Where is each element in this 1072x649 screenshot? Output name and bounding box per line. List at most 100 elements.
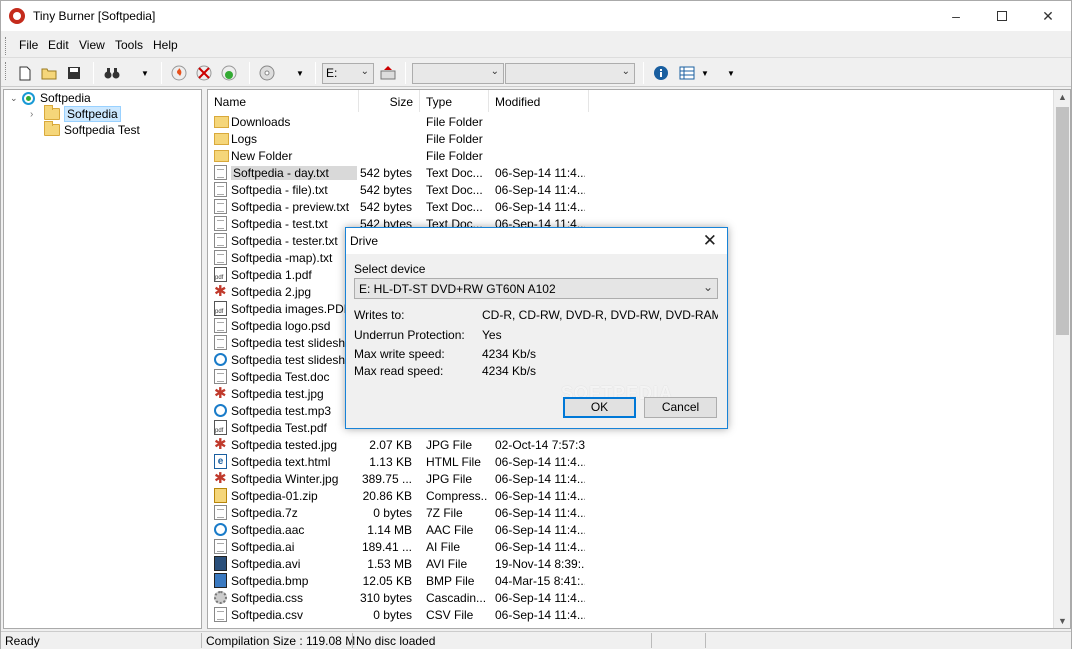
save-icon[interactable] [64,63,84,83]
table-row[interactable]: Softpedia.aac 1.14 MB AAC File 06-Sep-14 11… [208,522,1058,539]
scroll-down-icon[interactable]: ▼ [1058,616,1067,626]
table-row[interactable]: Softpedia - preview.txt 542 bytes Text Doc… [208,199,1058,216]
table-row[interactable]: Softpedia.avi 1.53 MB AVI File 19-Nov-14 8:… [208,556,1058,573]
drive-combo[interactable]: E: ⌄ [322,63,374,84]
dialog-title-bar: Drive ✕ [346,228,727,254]
column-header-size[interactable]: Size [359,90,420,112]
scroll-up-icon[interactable]: ▲ [1058,92,1067,102]
folder-icon [214,133,229,145]
tree-item-softpedia[interactable]: › Softpedia [30,105,121,122]
cell-name: Softpedia 1.pdf [231,268,312,282]
tree-item-softpedia-test[interactable]: Softpedia Test [44,121,140,138]
table-row[interactable]: Softpedia.css 310 bytes Cascadin... 06-Sep-… [208,590,1058,607]
cell-modified: 04-Mar-15 8:41:... [495,574,585,588]
table-row[interactable]: Softpedia-01.zip 20.86 KB Compress... 06-Se… [208,488,1058,505]
cell-name: Softpedia images.PDF [231,302,352,316]
blank-file-icon [214,607,227,622]
table-row[interactable]: Logs File Folder [208,131,1058,148]
view-dropdown-icon[interactable]: ▼ [701,69,709,78]
blank-file-icon [214,505,227,520]
cell-name: Softpedia 2.jpg [231,285,312,299]
menu-help[interactable]: Help [153,38,178,52]
disc-info-icon[interactable] [219,63,239,83]
speed-combo[interactable]: ⌄ [412,63,504,84]
table-row[interactable]: ✱ Softpedia tested.jpg 2.07 KB JPG File 02-O… [208,437,1058,454]
cell-size: 12.05 KB [362,574,412,588]
table-row[interactable]: New Folder File Folder [208,148,1058,165]
view-details-icon[interactable] [677,63,697,83]
column-header-name[interactable]: Name [208,90,359,112]
tree-root[interactable]: ⌄ Softpedia [10,90,91,106]
dialog-title: Drive [350,234,379,248]
table-row[interactable]: e Softpedia text.html 1.13 KB HTML File 06-S… [208,454,1058,471]
cell-name: Softpedia - test.txt [231,217,328,231]
table-row[interactable]: Softpedia.bmp 12.05 KB BMP File 04-Mar-15 8… [208,573,1058,590]
cell-type: Text Doc... [426,200,483,214]
info-icon[interactable] [651,63,671,83]
chevron-down-icon: ⌄ [702,280,713,294]
table-row[interactable]: Softpedia.ai 189.41 ... AI File 06-Sep-14 1… [208,539,1058,556]
toolbar-overflow-icon[interactable]: ▼ [727,69,735,78]
table-row[interactable]: Softpedia - day.txt 542 bytes Text Doc... 0… [208,165,1058,182]
menu-edit[interactable]: Edit [48,38,69,52]
table-row[interactable]: Downloads File Folder [208,114,1058,131]
expand-chevron-icon[interactable]: ⌄ [10,93,22,104]
expand-chevron-icon[interactable]: › [30,109,44,120]
tree-item-label: Softpedia Test [64,123,140,137]
cell-name: Softpedia Winter.jpg [231,472,339,486]
copy-disc-icon[interactable] [257,63,277,83]
cell-name: Softpedia text.html [231,455,331,469]
html-file-icon: e [214,454,227,469]
cell-type: AVI File [426,557,468,571]
cell-size: 1.13 KB [369,455,412,469]
chevron-down-icon: ⌄ [360,66,369,77]
folder-icon [44,105,60,120]
cell-size: 0 bytes [373,506,412,520]
image-file-icon: ✱ [214,470,227,487]
cell-name: Softpedia.css [231,591,304,605]
open-folder-icon[interactable] [39,63,59,83]
image-file-icon: ✱ [214,283,227,300]
menu-tools[interactable]: Tools [115,38,143,52]
maximize-button[interactable] [979,1,1025,31]
eject-icon[interactable] [378,63,398,83]
image-file-icon: ✱ [214,385,227,402]
menu-grip[interactable] [5,37,8,55]
column-header-modified[interactable]: Modified [489,90,589,112]
scroll-thumb[interactable] [1056,107,1069,335]
device-select[interactable]: E: HL-DT-ST DVD+RW GT60N A102 ⌄ [354,278,718,299]
bmp-file-icon [214,573,227,588]
app-logo-icon [9,8,25,24]
find-dropdown-icon[interactable]: ▼ [141,69,149,78]
table-row[interactable]: Softpedia.7z 0 bytes 7Z File 06-Sep-14 11:4… [208,505,1058,522]
toolbar-grip[interactable] [5,62,8,80]
table-row[interactable]: Softpedia - file).txt 542 bytes Text Doc..… [208,182,1058,199]
copy-dropdown-icon[interactable]: ▼ [296,69,304,78]
vertical-scrollbar[interactable]: ▲ ▼ [1053,90,1070,628]
column-header-type[interactable]: Type [420,90,489,112]
cell-type: Text Doc... [426,166,483,180]
pdf-file-icon [214,301,227,316]
erase-disc-icon[interactable] [194,63,214,83]
find-binoculars-icon[interactable] [102,63,122,83]
table-row[interactable]: ✱ Softpedia Winter.jpg 389.75 ... JPG File 0… [208,471,1058,488]
menu-file[interactable]: File [19,38,38,52]
close-icon[interactable]: ✕ [703,231,717,251]
ok-button[interactable]: OK [563,397,636,418]
cell-size: 1.53 MB [367,557,412,571]
folder-icon [214,150,229,162]
text-file-icon [214,165,227,180]
pdf-file-icon [214,420,227,435]
close-button[interactable]: ✕ [1025,1,1071,31]
menu-view[interactable]: View [79,38,105,52]
format-combo[interactable]: ⌄ [505,63,635,84]
new-file-icon[interactable] [15,63,35,83]
table-row[interactable]: Softpedia.csv 0 bytes CSV File 06-Sep-14 11… [208,607,1058,624]
minimize-button[interactable]: – [933,1,979,31]
cell-size: 542 bytes [359,166,412,180]
zip-file-icon [214,488,227,503]
burn-icon[interactable] [169,63,189,83]
writes-to-label: Writes to: [354,308,405,322]
cell-modified: 06-Sep-14 11:4... [495,540,585,554]
cancel-button[interactable]: Cancel [644,397,717,418]
